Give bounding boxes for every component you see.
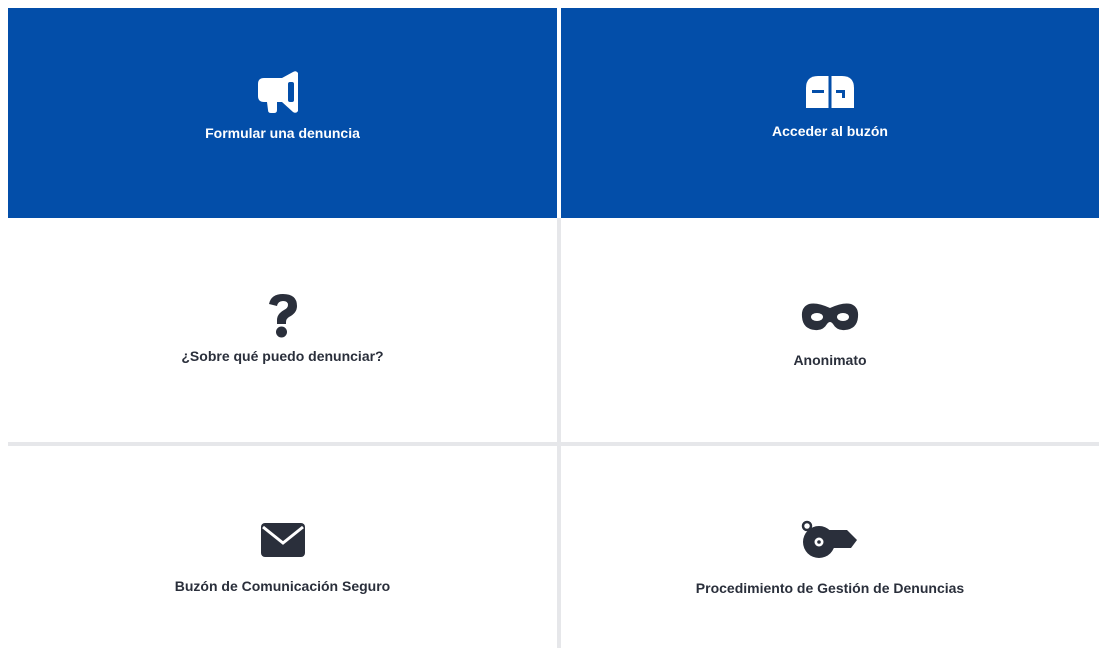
whistle-icon <box>801 520 857 558</box>
complaint-procedure-label: Procedimiento de Gestión de Denuncias <box>695 580 965 596</box>
anonymity-label: Anonimato <box>793 352 867 368</box>
envelope-icon <box>260 523 305 557</box>
file-complaint-label: Formular una denuncia <box>205 125 360 141</box>
megaphone-icon <box>257 71 298 113</box>
access-mailbox-tile[interactable]: Acceder al buzón <box>561 8 1099 218</box>
access-mailbox-label: Acceder al buzón <box>772 123 888 139</box>
question-mark-icon <box>268 294 297 338</box>
what-can-i-report-tile[interactable]: ¿Sobre qué puedo denunciar? <box>8 220 557 442</box>
secure-mailbox-tile[interactable]: Buzón de Comunicación Seguro <box>8 446 557 648</box>
complaint-menu-grid: Formular una denuncia Acceder al buzón ¿… <box>0 0 1099 648</box>
mailbox-icon <box>806 75 854 108</box>
mask-icon <box>801 303 859 331</box>
what-can-i-report-label: ¿Sobre qué puedo denunciar? <box>181 348 384 364</box>
secure-mailbox-label: Buzón de Comunicación Seguro <box>174 578 391 594</box>
complaint-procedure-tile[interactable]: Procedimiento de Gestión de Denuncias <box>561 446 1099 648</box>
anonymity-tile[interactable]: Anonimato <box>561 220 1099 442</box>
file-complaint-tile[interactable]: Formular una denuncia <box>8 8 557 218</box>
